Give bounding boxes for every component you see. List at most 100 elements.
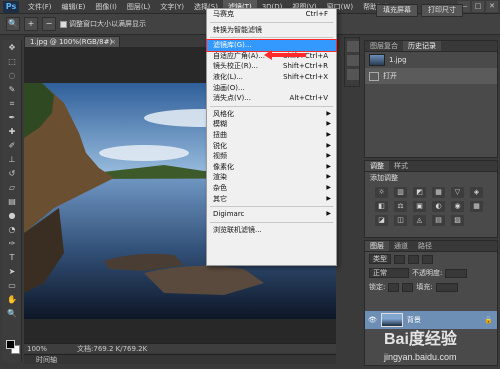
black-white-icon[interactable]: ⚖ bbox=[394, 201, 407, 212]
path-select-tool-icon[interactable]: ➤ bbox=[4, 265, 20, 278]
crop-tool-icon[interactable]: ⌗ bbox=[4, 97, 20, 110]
menu-item-liquify[interactable]: 液化(L)... Shift+Ctrl+X bbox=[207, 72, 336, 83]
submenu-arrow-icon: ▶ bbox=[326, 109, 331, 117]
filter-pixel-icon[interactable] bbox=[394, 254, 405, 264]
timeline-panel-tab[interactable]: 时间轴 bbox=[24, 354, 336, 364]
menu-item-other[interactable]: 其它 ▶ bbox=[207, 194, 336, 205]
clone-stamp-tool-icon[interactable]: ⊥ bbox=[4, 153, 20, 166]
tab-channels[interactable]: 通道 bbox=[389, 241, 413, 251]
menu-layer[interactable]: 图层(L) bbox=[122, 0, 155, 14]
pattern-icon[interactable]: ▨ bbox=[451, 215, 464, 226]
dodge-tool-icon[interactable]: ◔ bbox=[4, 223, 20, 236]
history-panel-icon[interactable] bbox=[347, 41, 359, 52]
svg-text:jingyan.baidu.com: jingyan.baidu.com bbox=[383, 352, 457, 362]
checkbox-icon bbox=[60, 20, 67, 28]
brightness-icon[interactable]: ☼ bbox=[375, 187, 388, 198]
lock-position-icon[interactable] bbox=[402, 282, 414, 292]
posterize-icon[interactable]: ◪ bbox=[375, 215, 388, 226]
menu-item-blur[interactable]: 模糊 ▶ bbox=[207, 119, 336, 130]
tab-layers[interactable]: 图层 bbox=[365, 241, 389, 251]
vibrance-icon[interactable]: ▽ bbox=[451, 187, 464, 198]
pen-tool-icon[interactable]: ✑ bbox=[4, 237, 20, 250]
close-button[interactable]: ✕ bbox=[486, 1, 498, 12]
hue-saturation-icon[interactable]: ◈ bbox=[470, 187, 483, 198]
filter-type-icon[interactable] bbox=[422, 254, 433, 264]
channel-mixer-icon[interactable]: ◐ bbox=[432, 201, 445, 212]
opacity-input[interactable] bbox=[445, 268, 468, 278]
properties-panel-icon[interactable] bbox=[347, 55, 359, 66]
history-snapshot[interactable]: 1.jpg bbox=[365, 52, 497, 68]
menu-type[interactable]: 文字(Y) bbox=[155, 0, 189, 14]
menu-edit[interactable]: 编辑(E) bbox=[57, 0, 91, 14]
menu-item-sharpen[interactable]: 锐化 ▶ bbox=[207, 141, 336, 152]
menu-item-last-filter[interactable]: 马赛克 Ctrl+F bbox=[207, 9, 336, 20]
layer-kind-select[interactable]: 类型 bbox=[369, 254, 391, 264]
foreground-color-swatch[interactable] bbox=[6, 340, 15, 349]
exposure-icon[interactable]: ▦ bbox=[432, 187, 445, 198]
filter-adjust-icon[interactable] bbox=[408, 254, 419, 264]
hand-tool-icon[interactable]: ✋ bbox=[4, 293, 20, 306]
color-lookup-icon[interactable]: ◉ bbox=[451, 201, 464, 212]
tab-styles[interactable]: 样式 bbox=[389, 161, 413, 171]
lasso-tool-icon[interactable]: ◌ bbox=[4, 69, 20, 82]
document-tab[interactable]: 1.jpg @ 100%(RGB/8#) × bbox=[24, 36, 120, 47]
invert-icon[interactable]: ▦ bbox=[470, 201, 483, 212]
history-step[interactable]: 打开 bbox=[365, 68, 497, 84]
menu-item-pixelate[interactable]: 像素化 ▶ bbox=[207, 162, 336, 173]
zoom-level[interactable]: 100% bbox=[27, 345, 47, 353]
menu-item-convert-smart-filter[interactable]: 转换为智能滤镜 bbox=[207, 25, 336, 36]
eraser-tool-icon[interactable]: ▱ bbox=[4, 181, 20, 194]
menu-item-lens-correction[interactable]: 镜头校正(R)... Shift+Ctrl+R bbox=[207, 61, 336, 72]
tab-history[interactable]: 历史记录 bbox=[403, 41, 441, 51]
menu-image[interactable]: 图像(I) bbox=[90, 0, 122, 14]
menu-item-stylize[interactable]: 风格化 ▶ bbox=[207, 109, 336, 120]
healing-brush-tool-icon[interactable]: ✚ bbox=[4, 125, 20, 138]
menu-item-browse-online-filters[interactable]: 浏览联机滤镜... bbox=[207, 225, 336, 236]
fill-input[interactable] bbox=[435, 282, 458, 292]
menu-item-video[interactable]: 视频 ▶ bbox=[207, 151, 336, 162]
info-panel-icon[interactable] bbox=[347, 69, 359, 80]
menu-file[interactable]: 文件(F) bbox=[23, 0, 57, 14]
eyedropper-tool-icon[interactable]: ✒ bbox=[4, 111, 20, 124]
zoom-tool-icon[interactable]: 🔍 bbox=[4, 307, 20, 320]
brush-tool-icon[interactable]: ✐ bbox=[4, 139, 20, 152]
move-tool-icon[interactable]: ✥ bbox=[4, 41, 20, 54]
menu-item-oil-paint[interactable]: 油画(O)... bbox=[207, 83, 336, 94]
menu-item-noise[interactable]: 杂色 ▶ bbox=[207, 183, 336, 194]
threshold-icon[interactable]: ◫ bbox=[394, 215, 407, 226]
menu-item-vanishing-point[interactable]: 消失点(V)... Alt+Ctrl+V bbox=[207, 93, 336, 104]
document-info[interactable]: 文档:769.2 K/769.2K bbox=[77, 344, 147, 354]
menu-item-digimarc[interactable]: Digimarc ▶ bbox=[207, 209, 336, 220]
tab-layer-comps[interactable]: 图层复合 bbox=[365, 41, 403, 51]
gradient-map-icon[interactable]: ▤ bbox=[432, 215, 445, 226]
blend-mode-select[interactable]: 正常 bbox=[369, 268, 409, 278]
zoom-in-button[interactable]: + bbox=[24, 17, 38, 31]
zoom-out-button[interactable]: − bbox=[42, 17, 56, 31]
menu-item-render[interactable]: 渲染 ▶ bbox=[207, 172, 336, 183]
photo-filter-icon[interactable]: ▣ bbox=[413, 201, 426, 212]
levels-icon[interactable]: ▥ bbox=[394, 187, 407, 198]
fill-screen-button[interactable]: 填充屏幕 bbox=[376, 4, 418, 17]
tab-paths[interactable]: 路径 bbox=[413, 241, 437, 251]
gradient-tool-icon[interactable]: ▤ bbox=[4, 195, 20, 208]
quick-select-tool-icon[interactable]: ✎ bbox=[4, 83, 20, 96]
selective-color-icon[interactable]: ◬ bbox=[413, 215, 426, 226]
blur-tool-icon[interactable]: ● bbox=[4, 209, 20, 222]
zoom-tool-icon[interactable]: 🔍 bbox=[6, 17, 20, 31]
maximize-button[interactable]: □ bbox=[472, 1, 484, 12]
adjustments-panel: 调整 样式 添加调整 ☼ ▥ ◩ ▦ ▽ ◈ ◧ ⚖ ▣ ◐ ◉ ▦ ◪ ◫ ◬… bbox=[364, 160, 498, 238]
marquee-tool-icon[interactable]: ⬚ bbox=[4, 55, 20, 68]
tab-adjustments[interactable]: 调整 bbox=[365, 161, 389, 171]
history-brush-tool-icon[interactable]: ↺ bbox=[4, 167, 20, 180]
type-tool-icon[interactable]: T bbox=[4, 251, 20, 264]
history-step-label: 打开 bbox=[383, 72, 397, 80]
menu-item-distort[interactable]: 扭曲 ▶ bbox=[207, 130, 336, 141]
shape-tool-icon[interactable]: ▭ bbox=[4, 279, 20, 292]
close-tab-icon[interactable]: × bbox=[110, 37, 116, 47]
document-icon bbox=[369, 71, 379, 81]
curves-icon[interactable]: ◩ bbox=[413, 187, 426, 198]
resize-window-checkbox[interactable]: 调整窗口大小以满屏显示 bbox=[60, 19, 146, 29]
print-size-button[interactable]: 打印尺寸 bbox=[421, 4, 463, 17]
color-balance-icon[interactable]: ◧ bbox=[375, 201, 388, 212]
lock-pixels-icon[interactable] bbox=[388, 282, 400, 292]
